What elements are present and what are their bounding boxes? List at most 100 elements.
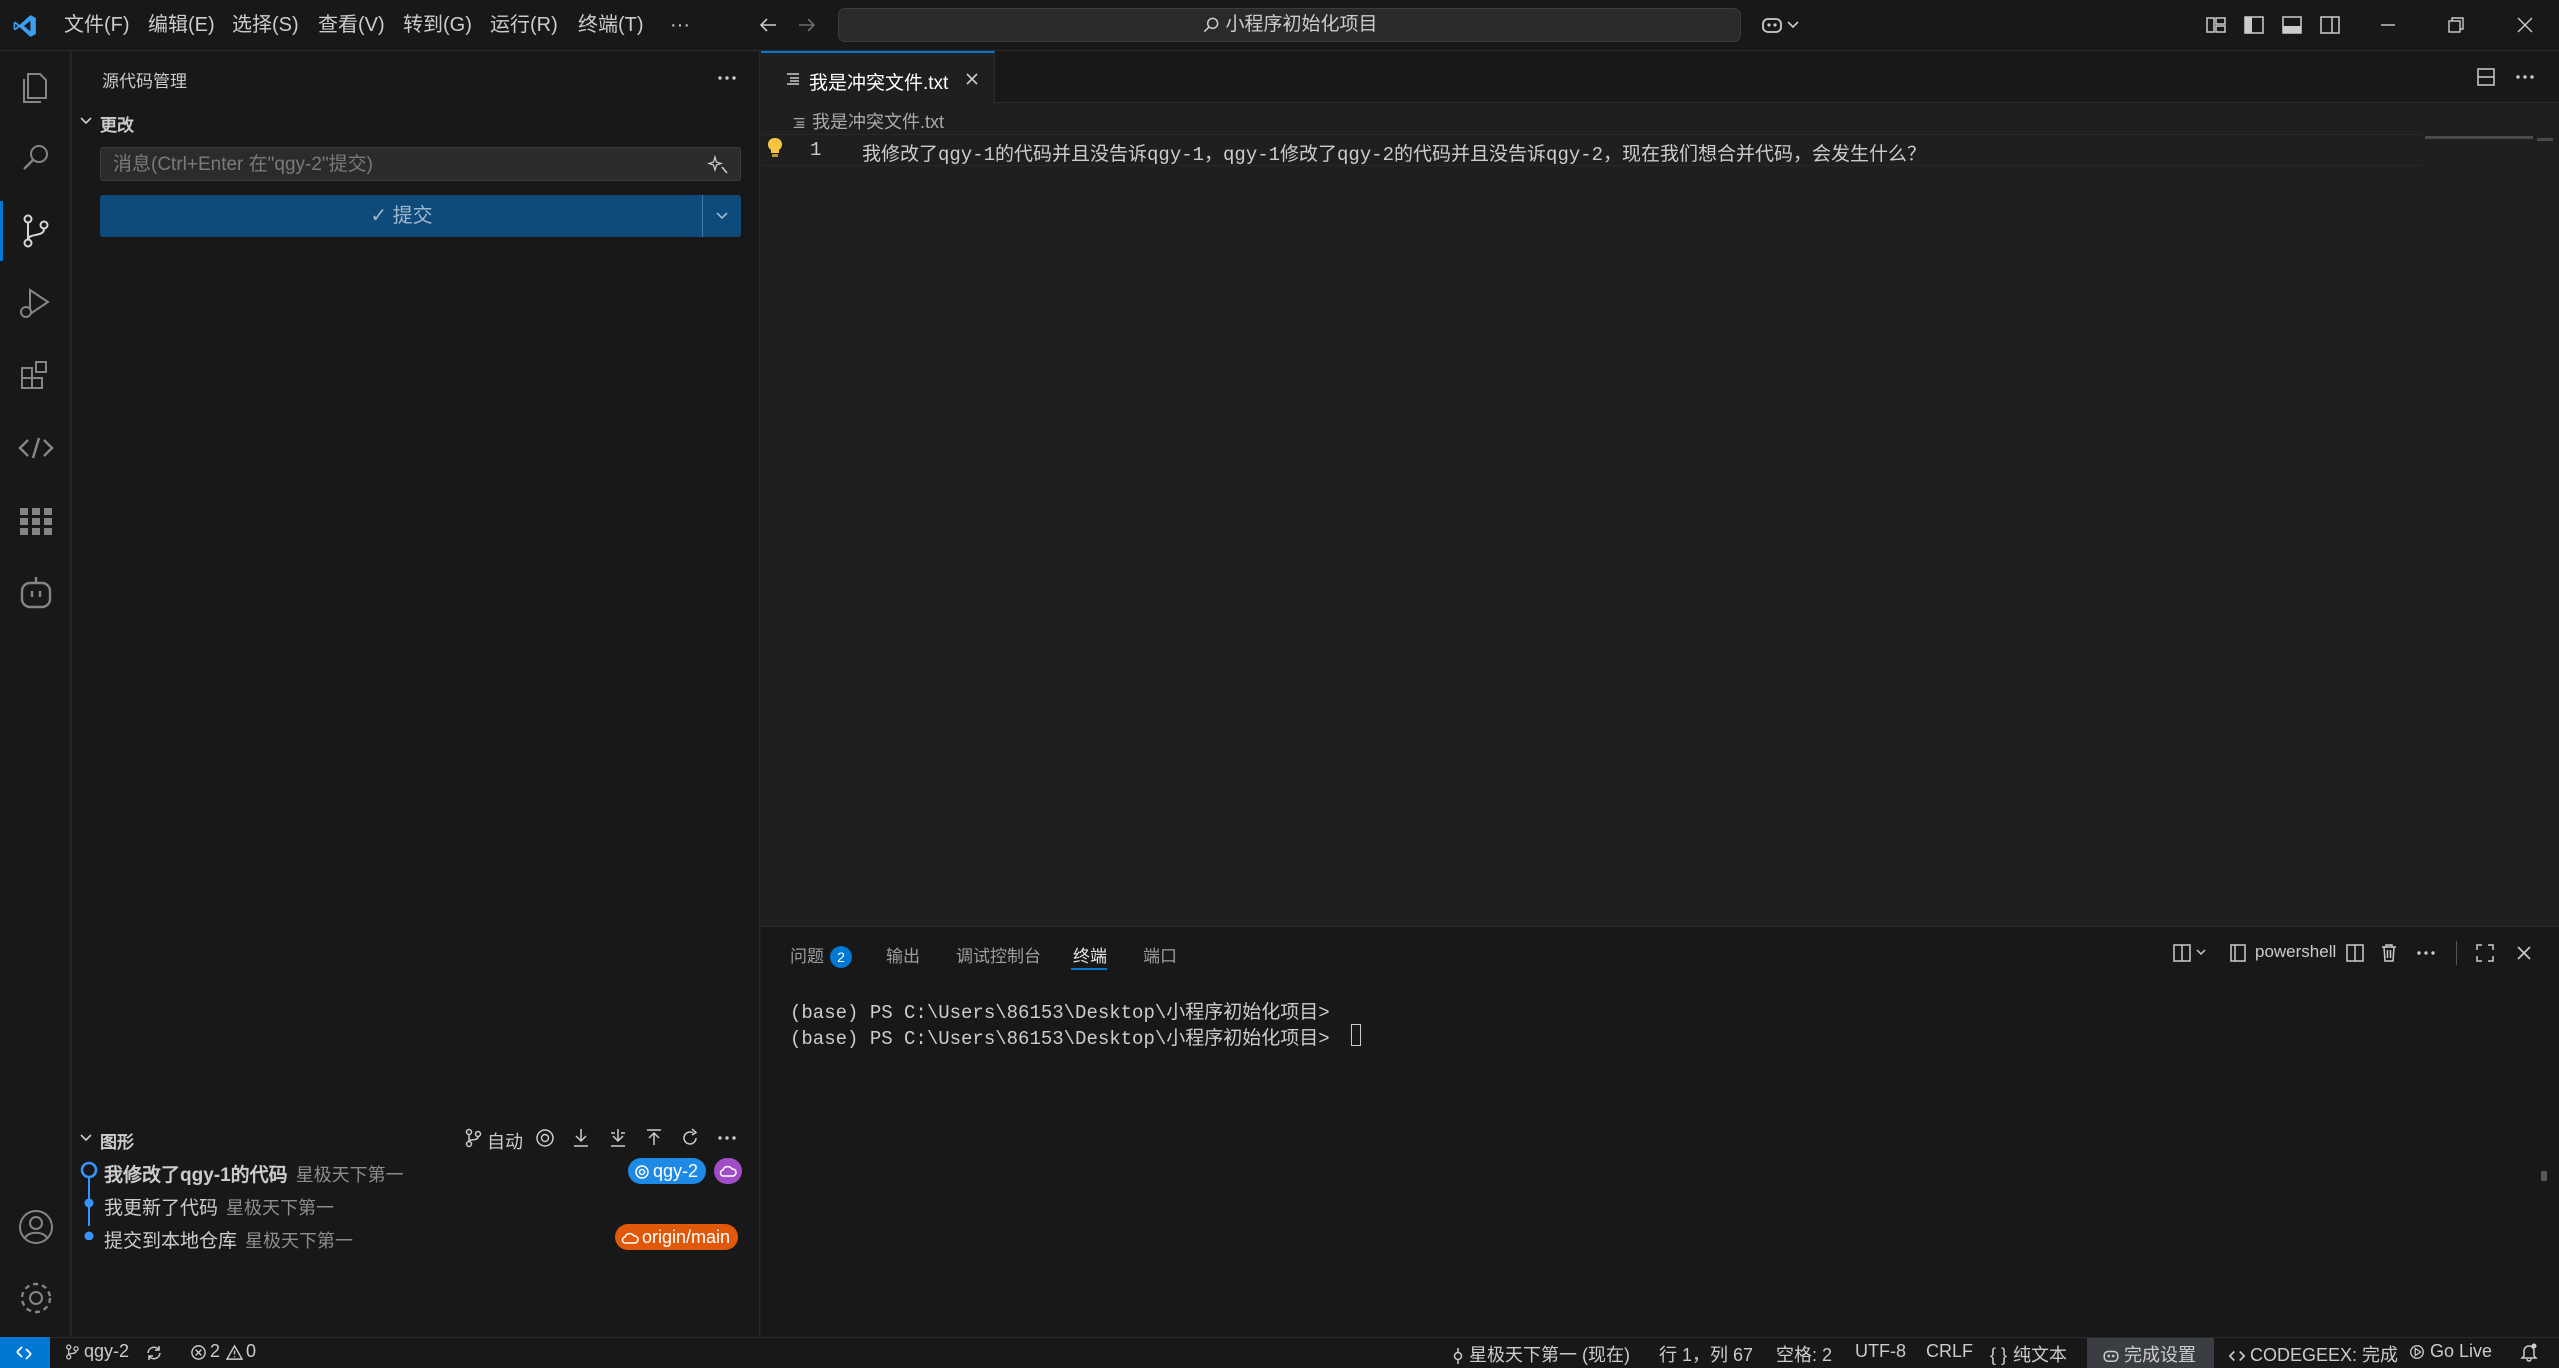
- graph-more-icon[interactable]: [716, 1131, 738, 1145]
- grid-icon[interactable]: [14, 498, 58, 542]
- status-copilot[interactable]: 完成设置: [2102, 1341, 2196, 1367]
- changes-header[interactable]: 更改: [100, 111, 134, 136]
- graph-item[interactable]: 我更新了代码 星极天下第一: [100, 1188, 750, 1220]
- terminal-line: (base) PS C:\Users\86153\Desktop\小程序初始化项…: [790, 1028, 1330, 1050]
- bell-icon[interactable]: [2519, 1342, 2539, 1362]
- shell-name[interactable]: powershell: [2255, 942, 2336, 962]
- menu-edit[interactable]: 编辑(E): [142, 10, 221, 40]
- chevron-down-icon[interactable]: [79, 114, 93, 128]
- menu-selection[interactable]: 选择(S): [226, 10, 305, 40]
- copilot-icon[interactable]: [1758, 13, 1786, 37]
- terminal-icon: [2230, 944, 2246, 962]
- status-blame-label: 星极天下第一 (现在): [1469, 1345, 1630, 1365]
- more-actions-icon[interactable]: [716, 71, 738, 85]
- split-editor-icon[interactable]: [2475, 66, 2497, 88]
- bottom-panel: 问题 2 输出 调试控制台 终端 端口 powershell: [761, 926, 2559, 1337]
- commit-dropdown-button[interactable]: [702, 195, 741, 237]
- gear-icon[interactable]: [14, 1276, 58, 1320]
- status-position[interactable]: 行 1，列 67: [1659, 1341, 1753, 1367]
- status-encoding[interactable]: UTF-8: [1855, 1341, 1906, 1362]
- title-bar: 文件(F) 编辑(E) 选择(S) 查看(V) 转到(G) 运行(R) 终端(T…: [0, 0, 2559, 51]
- target-icon[interactable]: [534, 1127, 556, 1149]
- toggle-primary-sidebar-icon[interactable]: [2242, 13, 2266, 37]
- customize-layout-icon[interactable]: [2204, 13, 2228, 37]
- status-branch[interactable]: qgy-2: [64, 1341, 129, 1362]
- breadcrumb[interactable]: 我是冲突文件.txt: [792, 108, 944, 134]
- editor-more-icon[interactable]: [2514, 70, 2536, 84]
- chevron-down-icon[interactable]: [79, 1131, 93, 1145]
- toggle-secondary-sidebar-icon[interactable]: [2318, 13, 2342, 37]
- status-codegeex[interactable]: CODEGEEX: 完成: [2228, 1341, 2398, 1367]
- status-problems[interactable]: 20: [190, 1341, 256, 1362]
- search-icon[interactable]: [14, 136, 58, 180]
- fetch-icon[interactable]: [570, 1127, 592, 1149]
- tab-terminal[interactable]: 终端: [1073, 942, 1107, 967]
- breadcrumb-file: 我是冲突文件.txt: [812, 112, 945, 132]
- account-icon[interactable]: [14, 1205, 58, 1249]
- status-indentation[interactable]: 空格: 2: [1776, 1341, 1832, 1367]
- graph-item[interactable]: 提交到本地仓库 星极天下第一 origin/main: [100, 1221, 750, 1253]
- editor-text[interactable]: 我修改了qgy-1的代码并且没告诉qgy-1，qgy-1修改了qgy-2的代码并…: [862, 139, 1926, 166]
- origin-badge-label: origin/main: [642, 1227, 731, 1247]
- forward-arrow-icon[interactable]: [795, 13, 819, 37]
- toggle-panel-icon[interactable]: [2280, 13, 2304, 37]
- codegeex-icon: [2228, 1347, 2246, 1365]
- menu-run[interactable]: 运行(R): [484, 10, 564, 40]
- command-center-label: 小程序初始化项目: [1225, 14, 1378, 35]
- tab-output[interactable]: 输出: [886, 942, 920, 967]
- status-golive[interactable]: Go Live: [2408, 1341, 2492, 1362]
- commit-button[interactable]: ✓ 提交: [100, 195, 741, 237]
- refresh-icon[interactable]: [679, 1127, 701, 1149]
- remote-indicator[interactable]: [0, 1337, 50, 1368]
- broadcast-icon: [2408, 1343, 2426, 1361]
- graph-header[interactable]: 图形: [100, 1128, 134, 1153]
- minimize-icon[interactable]: [2376, 13, 2400, 37]
- command-center[interactable]: 小程序初始化项目: [838, 8, 1741, 42]
- sync-icon[interactable]: [144, 1343, 164, 1363]
- branch-icon[interactable]: [464, 1127, 482, 1149]
- source-control-icon[interactable]: [14, 209, 58, 253]
- restore-icon[interactable]: [2444, 13, 2468, 37]
- trash-icon[interactable]: [2378, 942, 2400, 964]
- run-debug-icon[interactable]: [14, 282, 58, 326]
- new-terminal-split-icon[interactable]: [2171, 942, 2193, 964]
- menu-more[interactable]: ···: [664, 10, 696, 40]
- close-window-icon[interactable]: [2513, 13, 2537, 37]
- graph-auto-label[interactable]: 自动: [487, 1128, 523, 1154]
- back-arrow-icon[interactable]: [756, 13, 780, 37]
- text-file-icon: [792, 116, 806, 130]
- graph-item[interactable]: 我修改了qgy-1的代码 星极天下第一 qgy-2: [100, 1155, 750, 1187]
- chevron-down-icon[interactable]: [1786, 13, 1800, 37]
- remote-explorer-icon[interactable]: [14, 426, 58, 470]
- graph-item-message: 我更新了代码: [104, 1198, 219, 1219]
- panel-more-icon[interactable]: [2415, 946, 2437, 960]
- graph-item-author: 星极天下第一: [245, 1231, 354, 1251]
- menu-terminal[interactable]: 终端(T): [572, 10, 650, 40]
- robot-icon[interactable]: [14, 571, 58, 615]
- tab-conflict-file[interactable]: 我是冲突文件.txt: [761, 51, 995, 104]
- extensions-icon[interactable]: [14, 354, 58, 398]
- tab-problems[interactable]: 问题 2: [790, 942, 852, 968]
- status-blame[interactable]: 星极天下第一 (现在): [1452, 1341, 1630, 1367]
- explorer-icon[interactable]: [14, 66, 58, 110]
- status-eol[interactable]: CRLF: [1926, 1341, 1973, 1362]
- menu-file[interactable]: 文件(F): [58, 10, 136, 40]
- tab-debug-console[interactable]: 调试控制台: [956, 942, 1041, 967]
- pull-icon[interactable]: [607, 1127, 629, 1149]
- menu-go[interactable]: 转到(G): [397, 10, 478, 40]
- remote-icon: [16, 1346, 32, 1360]
- chevron-down-icon[interactable]: [2195, 946, 2207, 960]
- push-icon[interactable]: [643, 1127, 665, 1149]
- warning-count: 0: [246, 1341, 257, 1361]
- status-language[interactable]: { } 纯文本: [1990, 1341, 2067, 1367]
- close-panel-icon[interactable]: [2513, 942, 2535, 964]
- tab-ports[interactable]: 端口: [1143, 942, 1177, 967]
- close-icon[interactable]: [964, 71, 980, 87]
- sparkle-icon[interactable]: [707, 155, 729, 175]
- menu-view[interactable]: 查看(V): [312, 10, 391, 40]
- commit-message-input[interactable]: [111, 148, 705, 182]
- lightbulb-icon[interactable]: [766, 136, 784, 160]
- split-terminal-icon[interactable]: [2344, 942, 2366, 964]
- terminal-scrollbar[interactable]: [2541, 1171, 2547, 1181]
- maximize-panel-icon[interactable]: [2474, 942, 2496, 964]
